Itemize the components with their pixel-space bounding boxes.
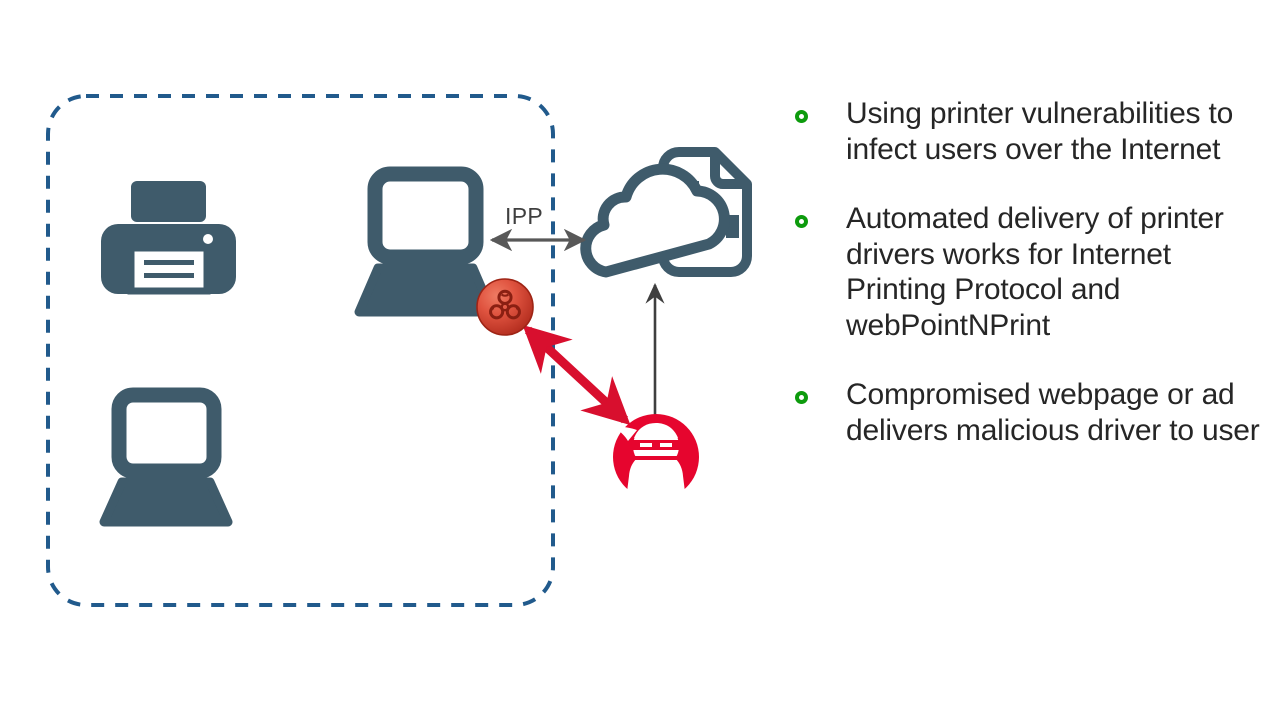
ipp-label: IPP xyxy=(505,203,543,229)
internal-network-boundary xyxy=(46,94,555,607)
bullet-ring-icon xyxy=(795,215,808,228)
bullet-text: Automated delivery of printer drivers wo… xyxy=(846,202,1224,342)
hacker-icon xyxy=(613,414,699,500)
list-item: Automated delivery of printer drivers wo… xyxy=(795,201,1265,343)
list-item: Compromised webpage or ad delivers malic… xyxy=(795,377,1265,448)
hacker-eye-left xyxy=(640,443,652,447)
cloud-document-icon xyxy=(580,147,752,278)
bullet-text: Using printer vulnerabilities to infect … xyxy=(846,97,1234,166)
bullet-list: Using printer vulnerabilities to infect … xyxy=(795,96,1265,482)
list-item: Using printer vulnerabilities to infect … xyxy=(795,96,1265,167)
bullet-ring-icon xyxy=(795,110,808,123)
computer-icon xyxy=(99,387,233,527)
biohazard-malware-icon xyxy=(476,278,534,336)
hacker-eye-right xyxy=(660,443,672,447)
bullet-text: Compromised webpage or ad delivers malic… xyxy=(846,378,1260,447)
slide-canvas: IPP Using printer vulnerabilities to inf… xyxy=(0,0,1280,720)
bullet-ring-icon xyxy=(795,391,808,404)
attacker-to-malware-arrow xyxy=(522,324,631,426)
printer-icon xyxy=(101,181,236,295)
laptop-icon xyxy=(354,166,497,317)
